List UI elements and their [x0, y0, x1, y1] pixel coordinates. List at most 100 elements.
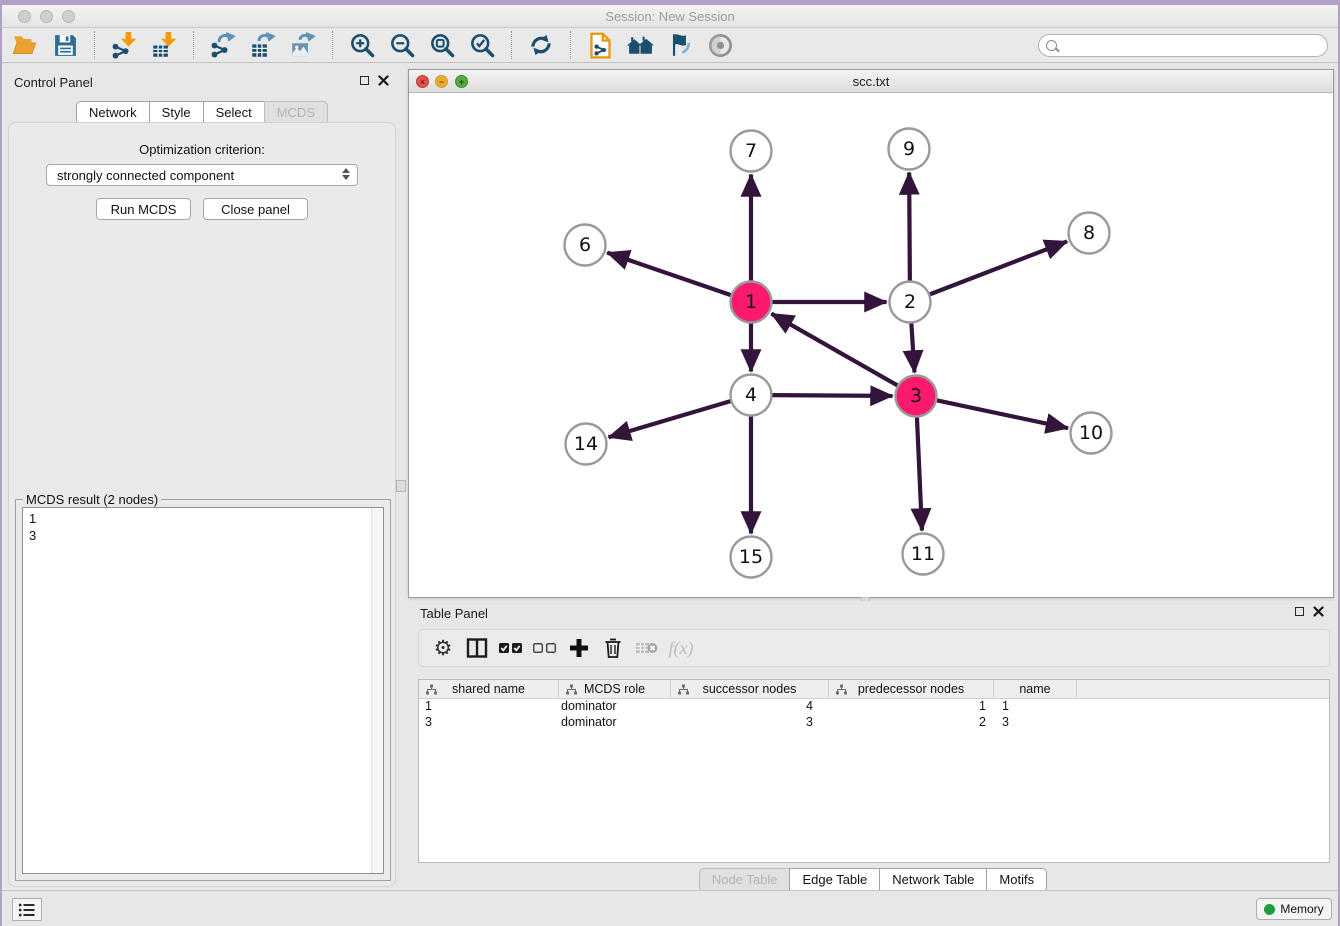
function-icon[interactable]: f(x): [667, 634, 695, 662]
node-label-9: 9: [903, 138, 915, 160]
tab-edge-table[interactable]: Edge Table: [789, 868, 880, 892]
edge-4-14[interactable]: [609, 401, 732, 437]
export-table-icon[interactable]: [248, 30, 278, 60]
scrollbar[interactable]: [371, 508, 383, 873]
column-header-MCDS-role[interactable]: MCDS role: [559, 680, 671, 698]
close-panel-button[interactable]: Close panel: [203, 198, 308, 220]
tab-node-table[interactable]: Node Table: [699, 868, 791, 892]
column-header-successor-nodes[interactable]: successor nodes: [671, 680, 829, 698]
main-toolbar: [2, 28, 1338, 63]
deselect-all-icon[interactable]: [531, 634, 559, 662]
search-box[interactable]: [1038, 34, 1328, 57]
column-header-name[interactable]: name: [994, 680, 1077, 698]
node-label-3: 3: [910, 385, 922, 407]
columns-icon[interactable]: [463, 634, 491, 662]
cell-successor-nodes[interactable]: 4: [671, 699, 829, 715]
delete-icon[interactable]: [599, 634, 627, 662]
edge-3-10[interactable]: [936, 400, 1068, 428]
edge-2-9[interactable]: [909, 172, 910, 281]
delete-table-icon[interactable]: [633, 634, 661, 662]
close-panel-icon[interactable]: [378, 75, 389, 86]
zoom-selected-icon[interactable]: [467, 30, 497, 60]
node-table[interactable]: shared nameMCDS rolesuccessor nodesprede…: [418, 679, 1330, 863]
open-session-icon[interactable]: [10, 30, 40, 60]
node-label-1: 1: [745, 291, 757, 313]
divider-grip-vertical[interactable]: [396, 480, 406, 492]
cell-MCDS-role[interactable]: dominator: [559, 715, 671, 731]
table-tabs: Node Table Edge Table Network Table Moti…: [408, 868, 1338, 892]
zoom-out-icon[interactable]: [387, 30, 417, 60]
table-row[interactable]: 3dominator323: [419, 715, 1329, 731]
tab-motifs[interactable]: Motifs: [986, 868, 1047, 892]
cell-shared-name[interactable]: 1: [419, 699, 559, 715]
chevron-updown-icon: [342, 168, 350, 180]
import-table-icon[interactable]: [149, 30, 179, 60]
edge-4-3[interactable]: [771, 395, 892, 396]
float-table-panel-icon[interactable]: [1295, 607, 1304, 616]
zoom-in-icon[interactable]: [347, 30, 377, 60]
edge-1-6[interactable]: [607, 253, 731, 296]
gear-icon[interactable]: ⚙: [429, 634, 457, 662]
tab-network-table[interactable]: Network Table: [879, 868, 987, 892]
mcds-result-text[interactable]: 1 3: [22, 507, 384, 874]
export-image-icon[interactable]: [288, 30, 318, 60]
application-window: Session: New Session: [2, 5, 1338, 926]
table-header-row: shared nameMCDS rolesuccessor nodesprede…: [419, 680, 1329, 699]
column-header-predecessor-nodes[interactable]: predecessor nodes: [829, 680, 994, 698]
cell-successor-nodes[interactable]: 3: [671, 715, 829, 731]
vizmap-icon[interactable]: [665, 30, 695, 60]
cell-MCDS-role[interactable]: dominator: [559, 699, 671, 715]
table-row[interactable]: 1dominator411: [419, 699, 1329, 715]
edge-3-11[interactable]: [917, 416, 922, 530]
edge-2-3[interactable]: [911, 322, 914, 372]
network-file-icon[interactable]: [585, 30, 615, 60]
window-title: Session: New Session: [2, 9, 1338, 24]
eye-icon[interactable]: [705, 30, 735, 60]
search-input[interactable]: [1057, 39, 1327, 53]
node-label-10: 10: [1079, 422, 1103, 444]
task-history-button[interactable]: [12, 898, 42, 921]
export-network-icon[interactable]: [208, 30, 238, 60]
node-label-11: 11: [911, 543, 935, 565]
node-label-2: 2: [904, 291, 916, 313]
float-panel-icon[interactable]: [360, 76, 369, 85]
cell-shared-name[interactable]: 3: [419, 715, 559, 731]
node-label-8: 8: [1083, 222, 1095, 244]
cell-predecessor-nodes[interactable]: 1: [829, 699, 994, 715]
cell-name[interactable]: 3: [994, 715, 1077, 731]
node-label-4: 4: [745, 384, 757, 406]
network-graph[interactable]: 7968124314101511: [409, 93, 1333, 597]
list-icon: [18, 902, 36, 918]
criterion-select[interactable]: strongly connected component: [46, 164, 358, 186]
network-view-window: × − + scc.txt 7968124314101511: [408, 69, 1334, 598]
column-header-shared-name[interactable]: shared name: [419, 680, 559, 698]
criterion-value: strongly connected component: [57, 168, 234, 183]
home-icon[interactable]: [625, 30, 655, 60]
network-view-title: scc.txt: [409, 74, 1333, 89]
memory-button[interactable]: Memory: [1256, 898, 1332, 920]
mcds-result-box: MCDS result (2 nodes) 1 3: [15, 499, 391, 881]
save-session-icon[interactable]: [50, 30, 80, 60]
cell-name[interactable]: 1: [994, 699, 1077, 715]
edge-3-1[interactable]: [771, 314, 898, 386]
node-label-15: 15: [739, 546, 763, 568]
table-panel-title: Table Panel: [420, 606, 488, 621]
run-mcds-button[interactable]: Run MCDS: [96, 198, 191, 220]
close-table-panel-icon[interactable]: [1313, 606, 1324, 617]
toolbar-separator: [511, 31, 512, 59]
attribute-icon: [678, 684, 689, 695]
node-label-6: 6: [579, 234, 591, 256]
network-window-titlebar[interactable]: × − + scc.txt: [409, 70, 1333, 93]
refresh-icon[interactable]: [526, 30, 556, 60]
add-icon[interactable]: [565, 634, 593, 662]
network-canvas[interactable]: 7968124314101511: [409, 93, 1333, 597]
edge-2-8[interactable]: [929, 241, 1067, 294]
zoom-fit-icon[interactable]: [427, 30, 457, 60]
select-all-icon[interactable]: [497, 634, 525, 662]
memory-status-icon: [1264, 904, 1275, 915]
import-network-icon[interactable]: [109, 30, 139, 60]
mcds-result-title: MCDS result (2 nodes): [23, 492, 161, 507]
node-label-7: 7: [745, 140, 757, 162]
cell-predecessor-nodes[interactable]: 2: [829, 715, 994, 731]
attribute-icon: [836, 684, 847, 695]
